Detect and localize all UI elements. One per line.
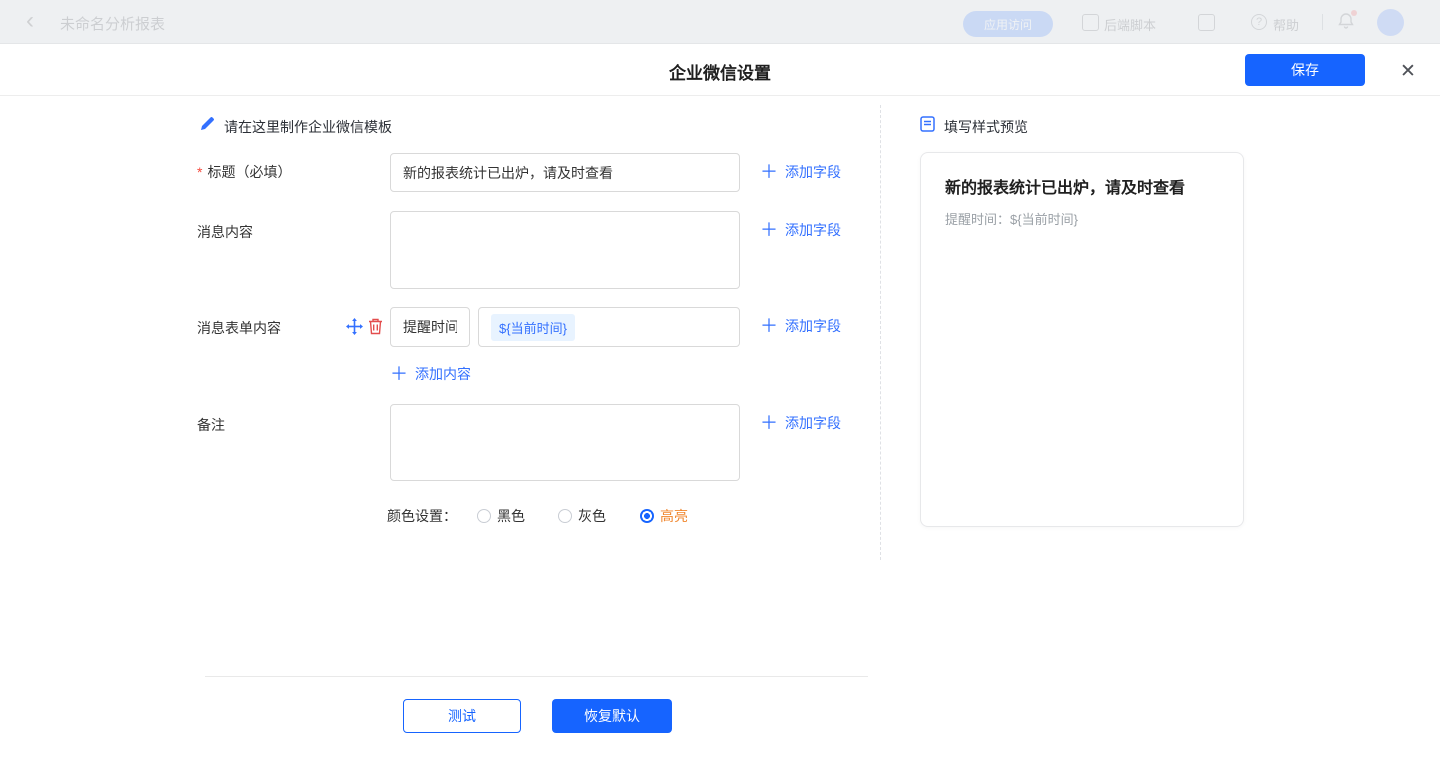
modal-title: 企业微信设置 (0, 59, 1440, 84)
report-title: 未命名分析报表 (60, 13, 165, 34)
add-field-link-form-content[interactable]: ＋ 添加字段 (760, 316, 841, 336)
message-textarea[interactable] (390, 211, 740, 289)
radio-option-highlight[interactable]: 高亮 (640, 506, 688, 526)
footer-divider (205, 676, 868, 677)
plus-icon: ＋ (760, 164, 778, 180)
radio-icon (558, 509, 572, 523)
modal-header: 企业微信设置 保存 ✕ (0, 44, 1440, 96)
radio-option-gray[interactable]: 灰色 (558, 506, 606, 526)
add-content-link[interactable]: ＋ 添加内容 (390, 364, 471, 384)
color-setting-label: 颜色设置： (387, 506, 457, 526)
test-button[interactable]: 测试 (403, 699, 521, 733)
close-icon[interactable]: ✕ (1395, 58, 1421, 84)
preview-header-text: 填写样式预览 (944, 117, 1028, 137)
back-icon[interactable]: ‹ (26, 7, 34, 35)
pencil-icon (199, 116, 215, 137)
form-content-value-input[interactable]: ${当前时间} (478, 307, 740, 347)
template-hint-row: 请在这里制作企业微信模板 (199, 116, 392, 137)
template-hint-text: 请在这里制作企业微信模板 (224, 117, 392, 137)
add-field-link-remark[interactable]: ＋ 添加字段 (760, 413, 841, 433)
form-content-key-input[interactable] (390, 307, 470, 347)
trash-icon[interactable] (368, 318, 383, 340)
radio-option-black[interactable]: 黑色 (477, 506, 525, 526)
script-label[interactable]: 后端脚本 (1104, 15, 1156, 34)
required-mark: * (197, 164, 202, 180)
panel-icon[interactable] (1198, 14, 1215, 36)
preview-card: 新的报表统计已出炉，请及时查看 提醒时间：${当前时间} (920, 152, 1244, 527)
plus-icon: ＋ (760, 318, 778, 334)
field-tag[interactable]: ${当前时间} (491, 314, 575, 341)
plus-icon: ＋ (760, 222, 778, 238)
script-icon (1082, 14, 1099, 34)
radio-selected-icon (640, 509, 654, 523)
form-content-label: 消息表单内容 (197, 318, 281, 338)
top-app-bar: ‹ 未命名分析报表 应用访问 后端脚本 ? 帮助 (0, 0, 1440, 44)
move-icon[interactable] (346, 318, 363, 340)
remark-field-label: 备注 (197, 415, 225, 435)
color-setting-row: 颜色设置： 黑色 灰色 高亮 (387, 506, 688, 526)
plus-icon: ＋ (760, 415, 778, 431)
message-field-label: 消息内容 (197, 222, 253, 242)
add-field-link-title[interactable]: ＋ 添加字段 (760, 162, 841, 182)
restore-default-button[interactable]: 恢复默认 (552, 699, 672, 733)
preview-doc-icon (920, 116, 935, 137)
radio-icon (477, 509, 491, 523)
plus-icon: ＋ (390, 366, 408, 382)
app-access-button[interactable]: 应用访问 (963, 11, 1053, 37)
help-label[interactable]: 帮助 (1273, 15, 1299, 34)
preview-card-title: 新的报表统计已出炉，请及时查看 (945, 174, 1185, 198)
wechat-settings-modal: 企业微信设置 保存 ✕ 请在这里制作企业微信模板 *标题（必填） ＋ 添加字段 … (0, 44, 1440, 757)
vertical-dashed-divider (880, 105, 881, 560)
topbar-divider (1322, 14, 1323, 30)
add-field-link-message[interactable]: ＋ 添加字段 (760, 220, 841, 240)
help-icon[interactable]: ? (1251, 14, 1267, 30)
user-avatar[interactable] (1377, 9, 1404, 36)
save-button[interactable]: 保存 (1245, 54, 1365, 86)
title-input[interactable] (390, 153, 740, 192)
remark-textarea[interactable] (390, 404, 740, 481)
preview-card-line: 提醒时间：${当前时间} (945, 209, 1078, 228)
preview-header: 填写样式预览 (920, 116, 1028, 137)
title-field-label: *标题（必填） (197, 162, 291, 182)
notification-bell-icon[interactable] (1337, 12, 1355, 35)
